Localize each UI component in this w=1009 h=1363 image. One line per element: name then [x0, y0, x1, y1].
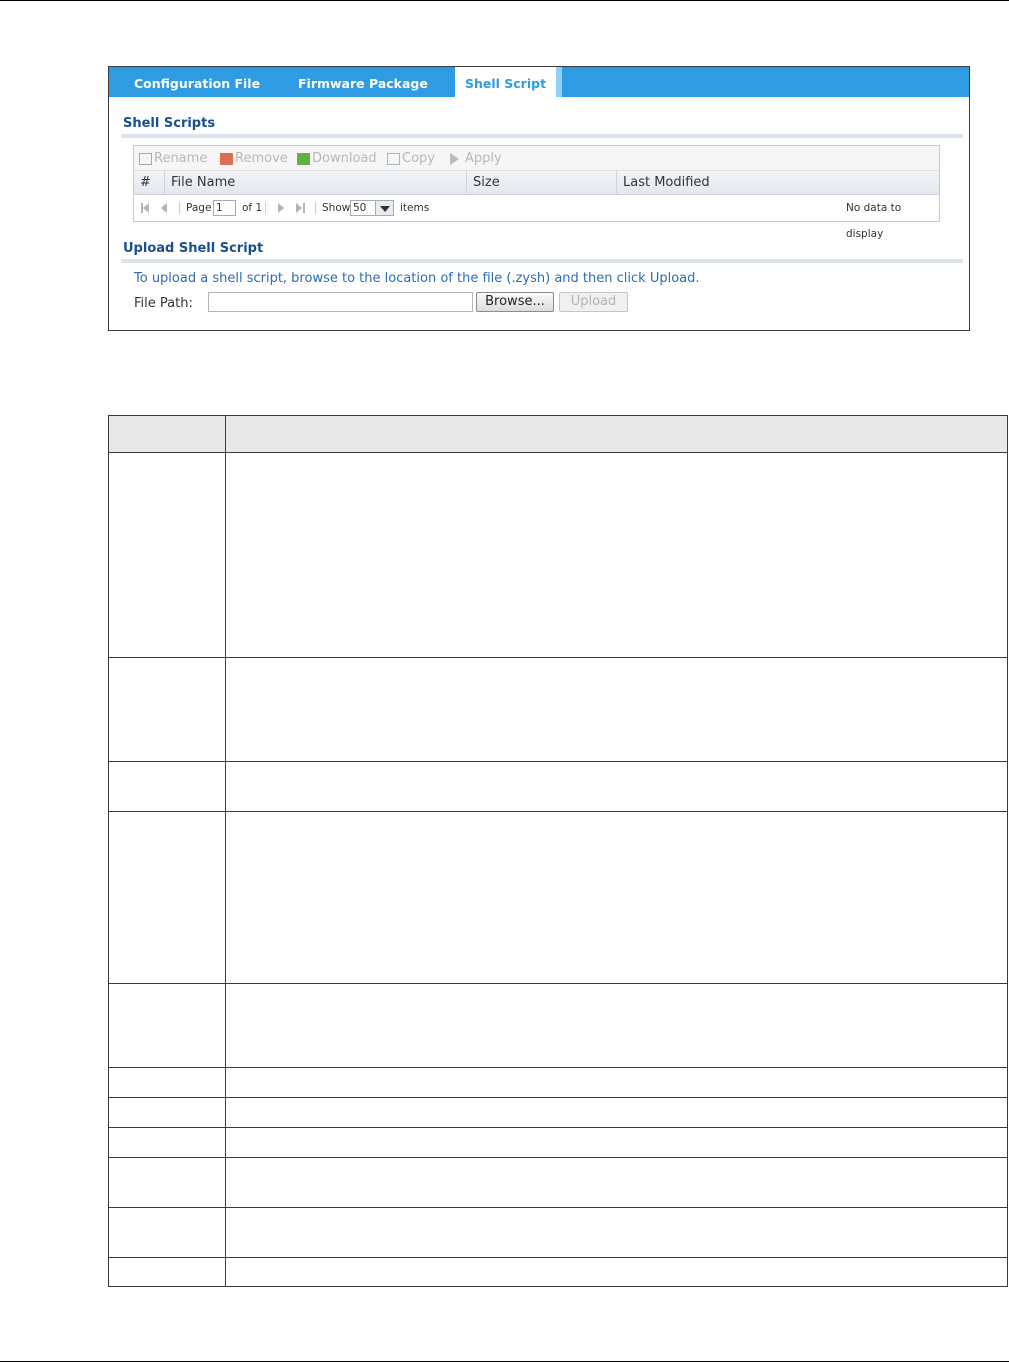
grid-pager: Page 1 of 1 Show 50 items No data to dis… — [134, 195, 939, 240]
pager-separator — [179, 202, 180, 214]
table-row — [109, 762, 1007, 812]
pager-separator — [265, 202, 266, 214]
description-table — [108, 415, 1008, 1287]
table-header-row — [109, 416, 1007, 453]
first-page-bar — [141, 203, 143, 213]
grid-toolbar: Rename Remove Download Copy Apply — [134, 146, 939, 171]
table-column-divider — [225, 416, 226, 1286]
table-row — [109, 1158, 1007, 1208]
show-label: Show — [322, 202, 351, 214]
browse-button[interactable]: Browse... — [476, 292, 554, 312]
table-row — [109, 1068, 1007, 1098]
copy-label: Copy — [402, 151, 435, 166]
section-divider — [121, 259, 963, 263]
previous-page-icon[interactable] — [161, 203, 167, 213]
first-page-icon[interactable] — [143, 203, 149, 213]
column-header-file-name[interactable]: File Name — [165, 171, 467, 195]
save-disk-icon — [297, 152, 310, 165]
page-number-input[interactable]: 1 — [213, 200, 236, 216]
copy-icon — [387, 152, 400, 165]
column-header-size[interactable]: Size — [467, 171, 617, 195]
rename-icon — [139, 152, 152, 165]
table-row — [109, 812, 1007, 984]
apply-label: Apply — [465, 151, 502, 166]
page-bottom-rule — [0, 1361, 1009, 1362]
pager-separator — [315, 202, 316, 214]
apply-button[interactable]: Apply — [450, 151, 502, 166]
table-row — [109, 1098, 1007, 1128]
table-row — [109, 984, 1007, 1068]
rename-label: Rename — [154, 151, 208, 166]
table-row — [109, 1208, 1007, 1258]
rename-button[interactable]: Rename — [139, 151, 207, 166]
column-header-last-modified[interactable]: Last Modified — [617, 171, 939, 195]
upload-instruction: To upload a shell script, browse to the … — [134, 271, 700, 286]
file-path-label: File Path: — [134, 296, 193, 311]
remove-button[interactable]: Remove — [220, 151, 288, 166]
play-icon — [450, 152, 463, 165]
tab-shell-script[interactable]: Shell Script — [455, 67, 562, 97]
tab-firmware-package[interactable]: Firmware Package — [298, 67, 428, 97]
last-page-bar — [303, 203, 305, 213]
items-label: items — [400, 202, 430, 214]
section-divider — [121, 134, 963, 138]
page-count-label: of 1 — [242, 202, 263, 214]
table-row — [109, 1258, 1007, 1286]
column-header-number[interactable]: # — [134, 171, 165, 195]
download-button[interactable]: Download — [297, 151, 377, 166]
tab-configuration-file[interactable]: Configuration File — [134, 67, 260, 97]
page-label: Page — [186, 202, 212, 214]
shell-script-screen: Configuration File Firmware Package Shel… — [108, 66, 970, 331]
shell-scripts-grid: Rename Remove Download Copy Apply # File… — [133, 145, 940, 240]
last-page-icon[interactable] — [296, 203, 302, 213]
tab-bar: Configuration File Firmware Package Shel… — [109, 67, 969, 97]
table-row — [109, 1128, 1007, 1158]
upload-button[interactable]: Upload — [559, 292, 628, 312]
empty-grid-message: No data to display — [846, 202, 902, 240]
table-row — [109, 453, 1007, 658]
grid-header-row: # File Name Size Last Modified — [134, 171, 939, 195]
next-page-icon[interactable] — [278, 203, 284, 213]
upload-shell-script-title: Upload Shell Script — [123, 241, 264, 256]
trash-icon — [220, 152, 233, 165]
copy-button[interactable]: Copy — [387, 151, 435, 166]
download-label: Download — [312, 151, 377, 166]
page-size-select[interactable]: 50 — [350, 200, 376, 216]
file-path-input[interactable] — [208, 292, 473, 312]
shell-scripts-title: Shell Scripts — [123, 116, 216, 131]
remove-label: Remove — [235, 151, 288, 166]
table-row — [109, 658, 1007, 762]
chevron-down-icon[interactable] — [375, 200, 394, 216]
page-top-rule — [0, 0, 1009, 1]
